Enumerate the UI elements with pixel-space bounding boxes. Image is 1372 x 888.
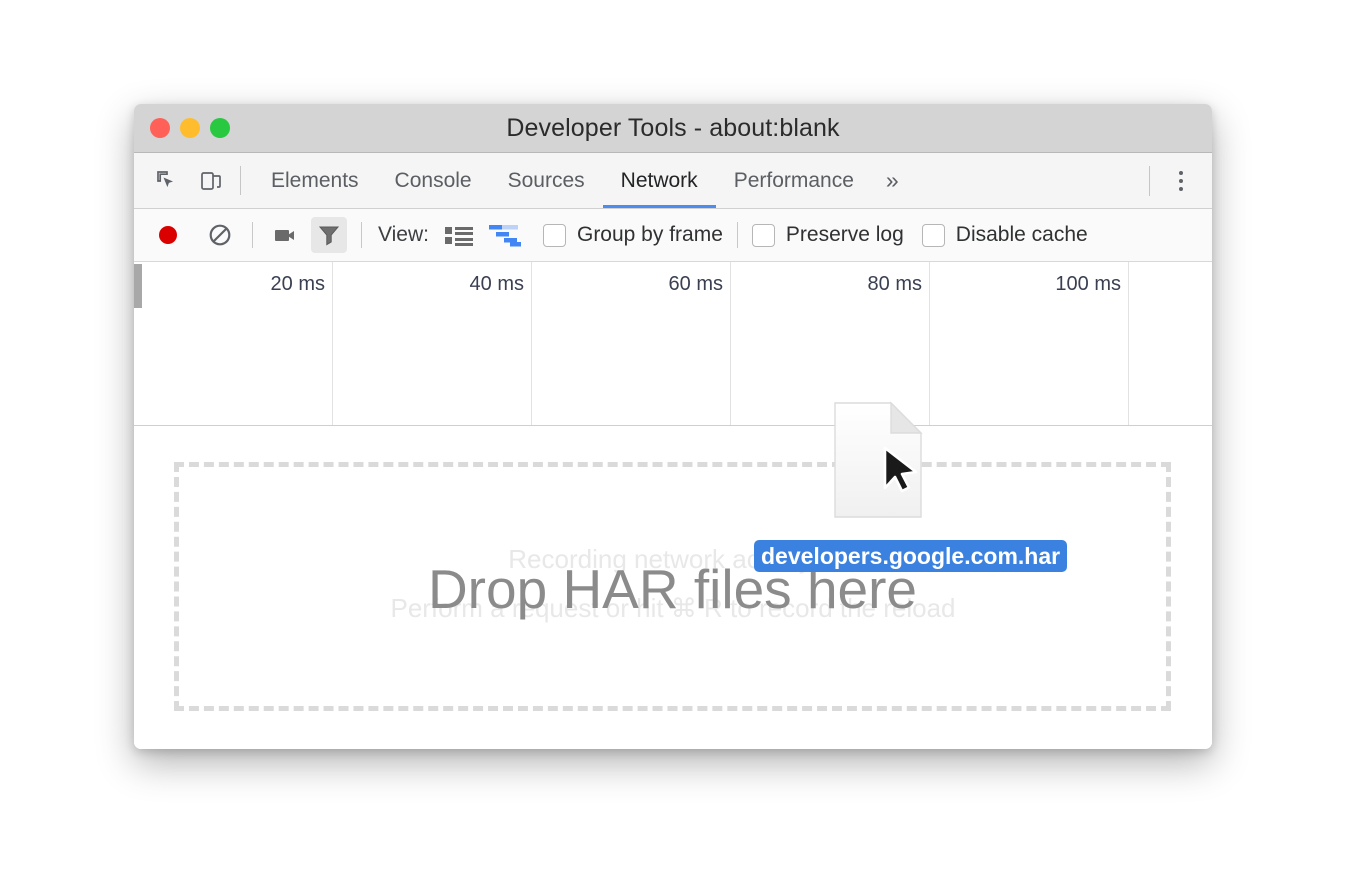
- tabbar-divider: [240, 166, 241, 195]
- view-list-icon[interactable]: [441, 217, 477, 253]
- inspect-element-icon[interactable]: [152, 166, 182, 196]
- tab-console-label: Console: [395, 169, 472, 193]
- tabbar-left-icons: [134, 153, 240, 208]
- tab-sources[interactable]: Sources: [490, 153, 603, 208]
- timeline-tick-label: 80 ms: [868, 273, 922, 296]
- more-tabs-icon[interactable]: »: [872, 153, 913, 208]
- clear-button[interactable]: [202, 217, 238, 253]
- dragged-file-icon: [832, 400, 924, 520]
- devtools-window: Developer Tools - about:blank: [134, 104, 1212, 749]
- tab-sources-label: Sources: [508, 169, 585, 193]
- preserve-log-label: Preserve log: [786, 223, 904, 247]
- timeline-tick: 100 ms: [930, 262, 1129, 425]
- tab-console[interactable]: Console: [377, 153, 490, 208]
- window-titlebar: Developer Tools - about:blank: [134, 104, 1212, 153]
- network-toolbar: View:: [134, 209, 1212, 262]
- timeline-tick-label: 20 ms: [271, 273, 325, 296]
- tabbar-right-divider: [1149, 166, 1150, 196]
- network-panel-body: Recording network activity… Perform a re…: [134, 426, 1212, 749]
- preserve-log-checkbox[interactable]: Preserve log: [752, 223, 904, 247]
- more-tabs-label: »: [886, 167, 899, 194]
- timeline-tick: 60 ms: [532, 262, 731, 425]
- disable-cache-label: Disable cache: [956, 223, 1088, 247]
- tab-performance-label: Performance: [734, 169, 854, 193]
- toolbar-divider-2: [361, 222, 362, 248]
- tab-network-label: Network: [621, 169, 698, 193]
- dragged-file-name-badge: developers.google.com.har: [754, 540, 994, 573]
- filter-button[interactable]: [311, 217, 347, 253]
- tab-network[interactable]: Network: [603, 153, 716, 208]
- group-by-frame-box[interactable]: [543, 224, 566, 247]
- view-waterfall-icon[interactable]: [487, 217, 523, 253]
- group-by-frame-checkbox[interactable]: Group by frame: [543, 223, 723, 247]
- har-dropzone[interactable]: Drop HAR files here: [174, 462, 1171, 711]
- toolbar-divider-1: [252, 222, 253, 248]
- dragged-file-name: developers.google.com.har: [754, 540, 1067, 572]
- filmstrip-camera-icon[interactable]: [267, 217, 303, 253]
- more-options-icon[interactable]: [1164, 164, 1198, 198]
- minimize-window-button[interactable]: [180, 118, 200, 138]
- timeline-tick-label: 40 ms: [470, 273, 524, 296]
- window-title: Developer Tools - about:blank: [134, 114, 1212, 143]
- preserve-log-box[interactable]: [752, 224, 775, 247]
- toolbar-divider-3: [737, 222, 738, 248]
- devtools-tabs: Elements Console Sources Network Perform…: [253, 153, 913, 208]
- timeline-tick-label: 100 ms: [1055, 273, 1121, 296]
- timeline-tick: 20 ms: [134, 262, 333, 425]
- tab-elements-label: Elements: [271, 169, 359, 193]
- timeline-tick-label: 60 ms: [669, 273, 723, 296]
- view-label: View:: [378, 223, 429, 247]
- record-button[interactable]: [150, 217, 186, 253]
- device-toolbar-icon[interactable]: [196, 166, 226, 196]
- tab-elements[interactable]: Elements: [253, 153, 377, 208]
- tab-performance[interactable]: Performance: [716, 153, 872, 208]
- timeline-tick: 40 ms: [333, 262, 532, 425]
- disable-cache-checkbox[interactable]: Disable cache: [922, 223, 1088, 247]
- close-window-button[interactable]: [150, 118, 170, 138]
- maximize-window-button[interactable]: [210, 118, 230, 138]
- window-controls: [150, 118, 230, 138]
- tabbar-right: [1149, 153, 1212, 208]
- disable-cache-box[interactable]: [922, 224, 945, 247]
- screen: Developer Tools - about:blank: [0, 0, 1372, 888]
- devtools-tabbar: Elements Console Sources Network Perform…: [134, 153, 1212, 209]
- group-by-frame-label: Group by frame: [577, 223, 723, 247]
- timeline-tick: [1129, 262, 1212, 425]
- network-timeline-ruler[interactable]: 20 ms 40 ms 60 ms 80 ms 100 ms: [134, 262, 1212, 426]
